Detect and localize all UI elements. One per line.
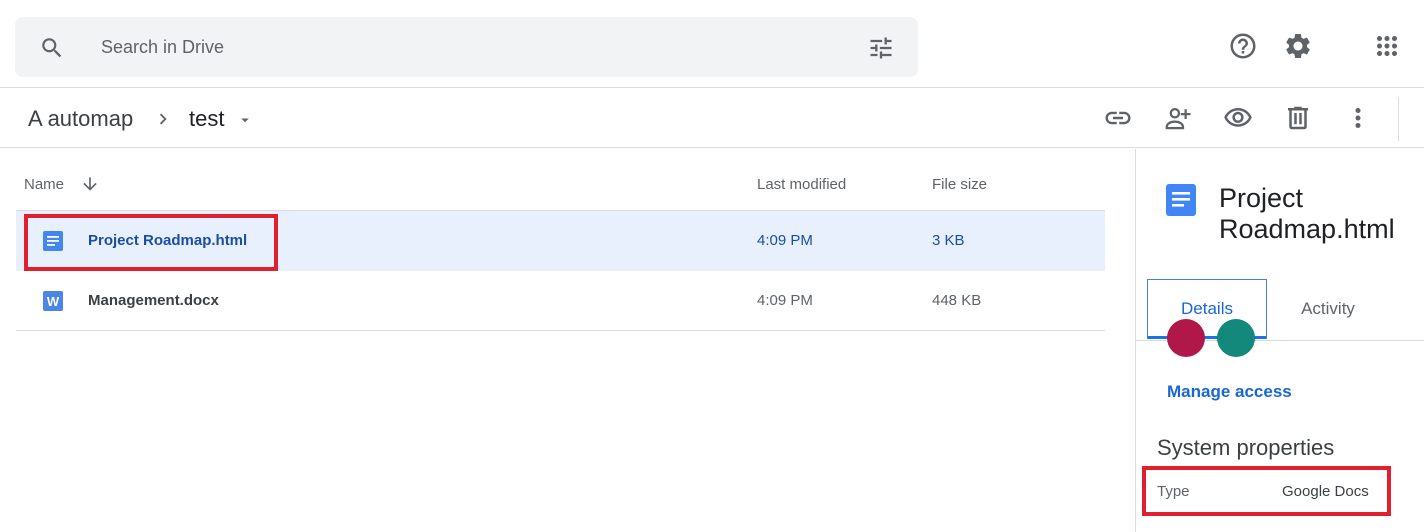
system-properties-heading: System properties	[1157, 435, 1335, 460]
settings-icon[interactable]	[1283, 31, 1313, 61]
svg-text:W: W	[47, 294, 60, 309]
details-title: Project Roadmap.html	[1219, 183, 1395, 244]
toolbar-divider	[1398, 97, 1399, 141]
help-icon[interactable]	[1228, 31, 1258, 61]
highlight-box-type	[1142, 466, 1391, 516]
highlight-box-file	[24, 214, 278, 271]
breadcrumb-current[interactable]: test	[189, 106, 224, 132]
file-name[interactable]: Management.docx	[88, 292, 219, 309]
chevron-right-icon	[159, 113, 167, 125]
avatar[interactable]	[1167, 319, 1205, 357]
sort-arrow-down-icon[interactable]	[80, 174, 100, 194]
preview-icon[interactable]	[1223, 103, 1253, 133]
search-bar[interactable]: Search in Drive	[15, 17, 918, 77]
link-icon[interactable]	[1103, 103, 1133, 133]
word-icon: W	[43, 291, 63, 311]
search-input[interactable]: Search in Drive	[101, 37, 224, 58]
tab-activity[interactable]: Activity	[1267, 279, 1389, 339]
delete-icon[interactable]	[1283, 103, 1313, 133]
table-row[interactable]: W Management.docx 4:09 PM 448 KB	[16, 271, 1105, 331]
caret-down-icon[interactable]	[236, 111, 254, 129]
apps-icon[interactable]	[1372, 31, 1402, 61]
avatar[interactable]	[1217, 319, 1255, 357]
file-size: 3 KB	[932, 232, 965, 249]
breadcrumb-root[interactable]: A automap	[28, 106, 133, 132]
column-last-modified[interactable]: Last modified	[757, 176, 846, 193]
file-size: 448 KB	[932, 292, 982, 309]
file-modified: 4:09 PM	[757, 232, 813, 249]
file-modified: 4:09 PM	[757, 292, 813, 309]
search-icon[interactable]	[39, 35, 65, 61]
more-icon[interactable]	[1343, 103, 1373, 133]
search-options-icon[interactable]	[867, 34, 895, 62]
docs-icon	[1166, 184, 1196, 216]
list-header: Name Last modified File size	[16, 150, 1105, 211]
breadcrumb-toolbar: A automap test	[0, 89, 1424, 148]
column-name[interactable]: Name	[24, 176, 64, 193]
share-icon[interactable]	[1163, 103, 1193, 133]
manage-access-link[interactable]: Manage access	[1167, 382, 1292, 402]
column-file-size[interactable]: File size	[932, 176, 987, 193]
top-bar: Search in Drive	[0, 0, 1424, 88]
